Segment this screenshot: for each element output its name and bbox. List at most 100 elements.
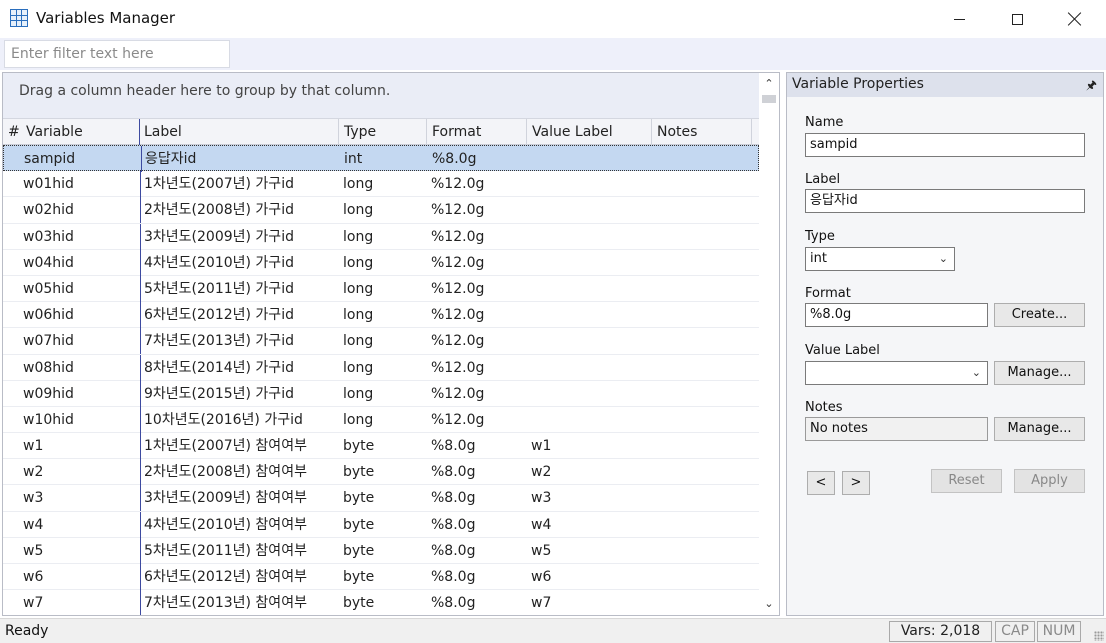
cell-variable[interactable]: w4 bbox=[23, 512, 43, 538]
reset-button[interactable]: Reset bbox=[931, 469, 1002, 493]
cell-type[interactable]: long bbox=[343, 250, 373, 276]
cell-variable[interactable]: w09hid bbox=[23, 381, 74, 407]
group-by-area[interactable]: Drag a column header here to group by th… bbox=[3, 73, 759, 119]
cell-format[interactable]: %12.0g bbox=[431, 381, 484, 407]
table-row[interactable]: w01hid 1차년도(2007년) 가구id long %12.0g bbox=[3, 171, 759, 198]
cell-format[interactable]: %8.0g bbox=[432, 146, 476, 172]
apply-button[interactable]: Apply bbox=[1014, 469, 1085, 493]
cell-label[interactable]: 응답자id bbox=[141, 146, 196, 172]
cell-type[interactable]: long bbox=[343, 355, 373, 381]
column-separator[interactable] bbox=[651, 119, 652, 145]
cell-type[interactable]: int bbox=[344, 146, 362, 172]
cell-variable[interactable]: w05hid bbox=[23, 276, 74, 302]
cell-format[interactable]: %12.0g bbox=[431, 302, 484, 328]
cell-variable[interactable]: w04hid bbox=[23, 250, 74, 276]
cell-label[interactable]: 9차년도(2015년) 가구id bbox=[140, 380, 294, 407]
cell-value-label[interactable]: w5 bbox=[531, 538, 551, 564]
cell-variable[interactable]: w10hid bbox=[23, 407, 74, 433]
cell-format[interactable]: %8.0g bbox=[431, 433, 475, 459]
column-header-notes[interactable]: Notes bbox=[653, 119, 697, 145]
cell-variable[interactable]: w6 bbox=[23, 564, 43, 590]
cell-label[interactable]: 5차년도(2011년) 가구id bbox=[140, 275, 294, 302]
column-separator[interactable] bbox=[426, 119, 427, 145]
column-separator[interactable] bbox=[338, 119, 339, 145]
cell-format[interactable]: %8.0g bbox=[431, 590, 475, 615]
cell-value-label[interactable]: w3 bbox=[531, 485, 551, 511]
cell-variable[interactable]: w02hid bbox=[23, 197, 74, 223]
table-row[interactable]: sampid 응답자id int %8.0g bbox=[3, 145, 759, 172]
maximize-button[interactable] bbox=[988, 0, 1046, 38]
next-variable-button[interactable]: > bbox=[842, 471, 870, 495]
cell-value-label[interactable]: w1 bbox=[531, 433, 551, 459]
cell-type[interactable]: long bbox=[343, 407, 373, 433]
cell-label[interactable]: 1차년도(2007년) 참여여부 bbox=[140, 433, 307, 460]
cell-type[interactable]: long bbox=[343, 276, 373, 302]
cell-label[interactable]: 1차년도(2007년) 가구id bbox=[140, 171, 294, 198]
table-row[interactable]: w1 1차년도(2007년) 참여여부 byte %8.0g w1 bbox=[3, 433, 759, 460]
minimize-button[interactable] bbox=[930, 0, 988, 38]
cell-format[interactable]: %12.0g bbox=[431, 407, 484, 433]
cell-format[interactable]: %12.0g bbox=[431, 276, 484, 302]
cell-label[interactable]: 8차년도(2014년) 가구id bbox=[140, 354, 294, 381]
cell-label[interactable]: 3차년도(2009년) 참여여부 bbox=[140, 485, 307, 512]
cell-value-label[interactable]: w7 bbox=[531, 590, 551, 615]
cell-label[interactable]: 7차년도(2013년) 참여여부 bbox=[140, 590, 307, 615]
table-row[interactable]: w09hid 9차년도(2015년) 가구id long %12.0g bbox=[3, 380, 759, 407]
cell-format[interactable]: %12.0g bbox=[431, 224, 484, 250]
cell-type[interactable]: long bbox=[343, 197, 373, 223]
cell-variable[interactable]: w2 bbox=[23, 459, 43, 485]
close-button[interactable] bbox=[1046, 0, 1104, 38]
cell-variable[interactable]: w3 bbox=[23, 485, 43, 511]
table-row[interactable]: w3 3차년도(2009년) 참여여부 byte %8.0g w3 bbox=[3, 485, 759, 512]
label-field[interactable]: 응답자id bbox=[805, 189, 1085, 213]
manage-notes-button[interactable]: Manage... bbox=[994, 417, 1085, 441]
table-row[interactable]: w07hid 7차년도(2013년) 가구id long %12.0g bbox=[3, 328, 759, 355]
cell-format[interactable]: %12.0g bbox=[431, 328, 484, 354]
type-select[interactable]: int ⌄ bbox=[805, 247, 955, 271]
cell-type[interactable]: byte bbox=[343, 459, 374, 485]
table-row[interactable]: w04hid 4차년도(2010년) 가구id long %12.0g bbox=[3, 249, 759, 276]
cell-format[interactable]: %8.0g bbox=[431, 459, 475, 485]
table-row[interactable]: w6 6차년도(2012년) 참여여부 byte %8.0g w6 bbox=[3, 564, 759, 591]
cell-label[interactable]: 2차년도(2008년) 참여여부 bbox=[140, 459, 307, 486]
table-row[interactable]: w02hid 2차년도(2008년) 가구id long %12.0g bbox=[3, 197, 759, 224]
cell-format[interactable]: %8.0g bbox=[431, 538, 475, 564]
name-field[interactable]: sampid bbox=[805, 133, 1085, 157]
table-row[interactable]: w5 5차년도(2011년) 참여여부 byte %8.0g w5 bbox=[3, 537, 759, 564]
cell-label[interactable]: 5차년도(2011년) 참여여부 bbox=[140, 537, 307, 564]
cell-value-label[interactable]: w6 bbox=[531, 564, 551, 590]
pin-icon[interactable]: 🖈︎ bbox=[1086, 76, 1097, 97]
cell-variable[interactable]: w1 bbox=[23, 433, 43, 459]
table-row[interactable]: w4 4차년도(2010년) 참여여부 byte %8.0g w4 bbox=[3, 511, 759, 538]
table-row[interactable]: w10hid 10차년도(2016년) 가구id long %12.0g bbox=[3, 406, 759, 434]
resize-grip-icon[interactable] bbox=[1094, 631, 1104, 641]
cell-type[interactable]: long bbox=[343, 302, 373, 328]
create-format-button[interactable]: Create... bbox=[994, 303, 1085, 327]
cell-variable[interactable]: w7 bbox=[23, 590, 43, 615]
cell-type[interactable]: long bbox=[343, 171, 373, 197]
table-row[interactable]: w06hid 6차년도(2012년) 가구id long %12.0g bbox=[3, 302, 759, 329]
cell-type[interactable]: byte bbox=[343, 590, 374, 615]
previous-variable-button[interactable]: < bbox=[807, 471, 835, 495]
column-separator[interactable] bbox=[751, 119, 752, 145]
column-header-type[interactable]: Type bbox=[340, 119, 376, 145]
table-row[interactable]: w05hid 5차년도(2011년) 가구id long %12.0g bbox=[3, 275, 759, 303]
cell-label[interactable]: 6차년도(2012년) 참여여부 bbox=[140, 564, 307, 590]
cell-variable[interactable]: sampid bbox=[24, 146, 75, 172]
cell-label[interactable]: 10차년도(2016년) 가구id bbox=[140, 406, 303, 433]
cell-format[interactable]: %12.0g bbox=[431, 250, 484, 276]
column-separator[interactable] bbox=[526, 119, 527, 145]
cell-variable[interactable]: w06hid bbox=[23, 302, 74, 328]
cell-label[interactable]: 4차년도(2010년) 참여여부 bbox=[140, 511, 307, 538]
cell-type[interactable]: byte bbox=[343, 564, 374, 590]
column-header-value-label[interactable]: Value Label bbox=[528, 119, 613, 145]
cell-type[interactable]: byte bbox=[343, 485, 374, 511]
cell-format[interactable]: %8.0g bbox=[431, 485, 475, 511]
cell-type[interactable]: long bbox=[343, 328, 373, 354]
cell-format[interactable]: %12.0g bbox=[431, 197, 484, 223]
cell-type[interactable]: byte bbox=[343, 433, 374, 459]
filter-input[interactable] bbox=[4, 40, 230, 68]
cell-variable[interactable]: w03hid bbox=[23, 224, 74, 250]
cell-type[interactable]: byte bbox=[343, 538, 374, 564]
cell-variable[interactable]: w08hid bbox=[23, 355, 74, 381]
